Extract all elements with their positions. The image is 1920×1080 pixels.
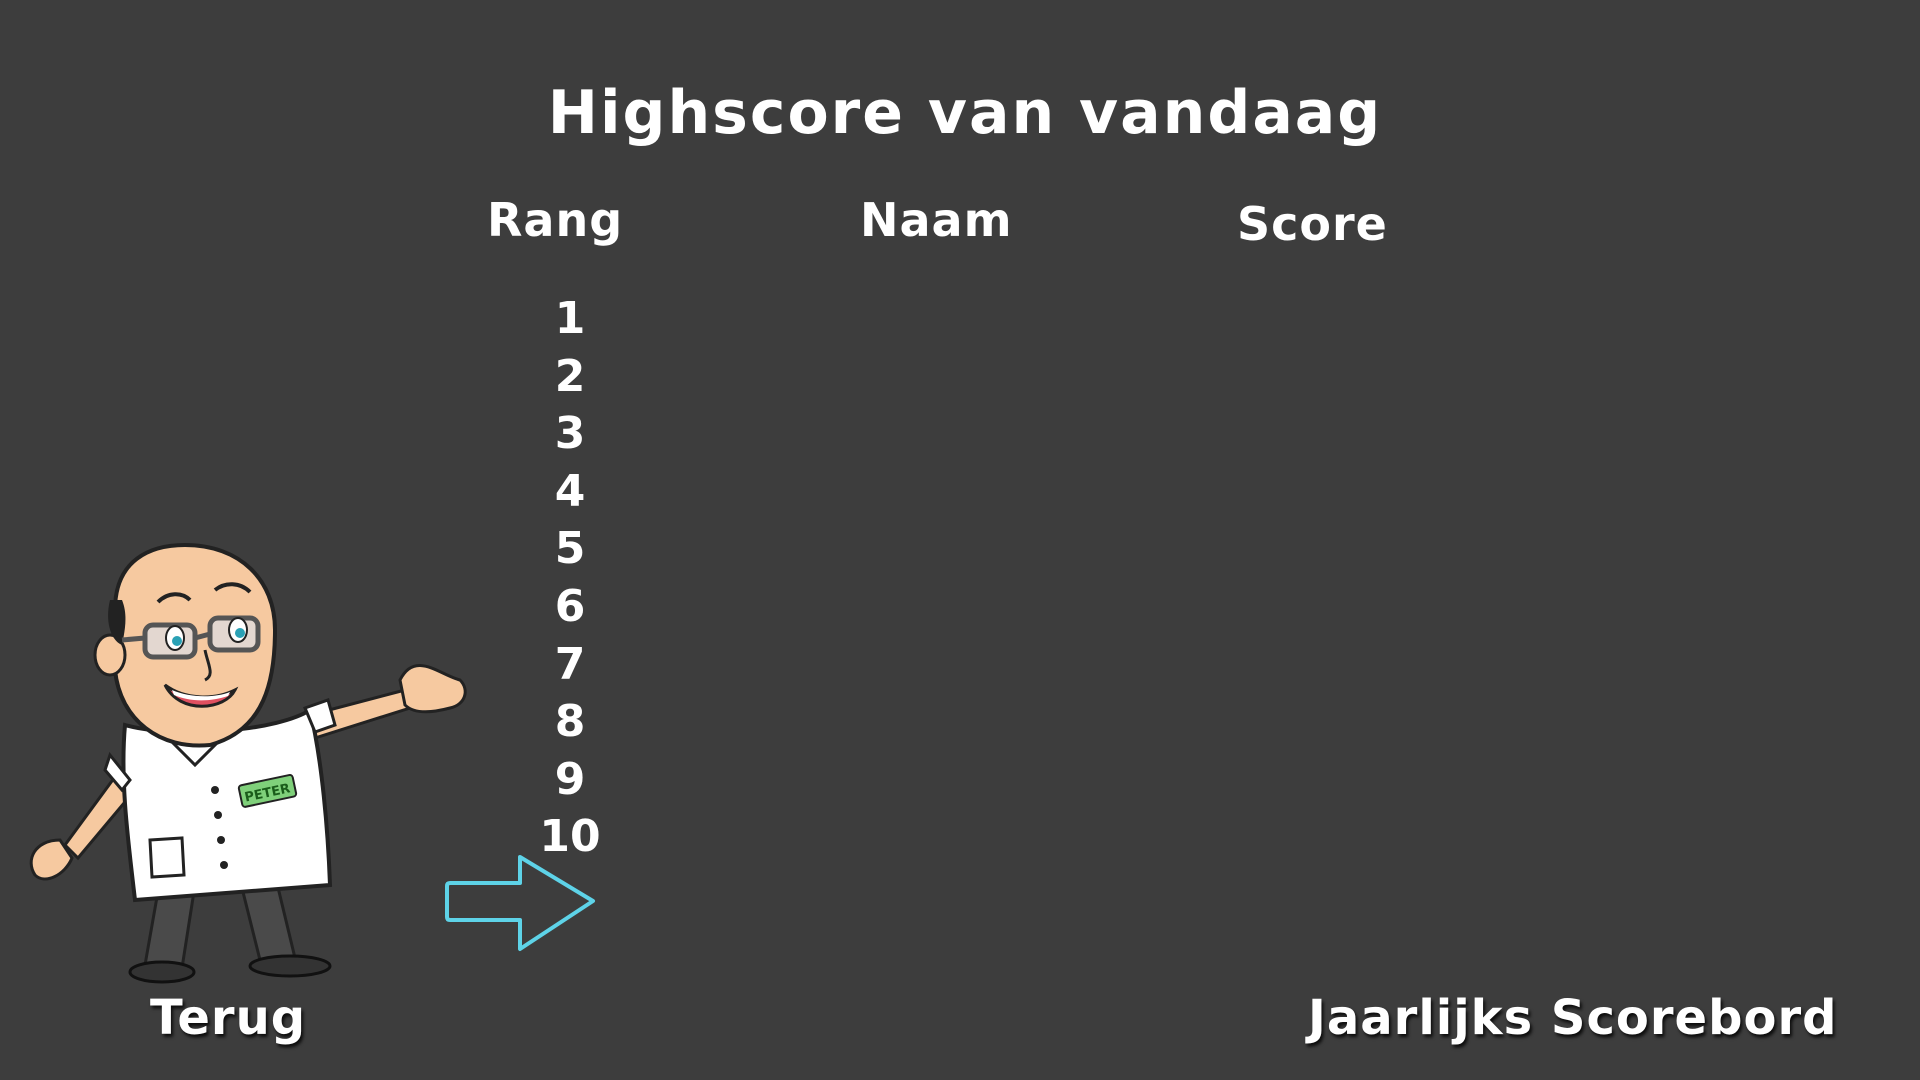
- rank-number: 7: [554, 638, 586, 690]
- rank-number: 5: [554, 523, 586, 575]
- rank-number: 1: [554, 293, 586, 344]
- score-column-header: Score: [1237, 197, 1388, 251]
- yearly-scoreboard-button[interactable]: Jaarlijks Scorebord: [1308, 990, 1837, 1046]
- highscore-screen: Highscore van vandaag Rang Naam Score 1 …: [0, 0, 1920, 1080]
- page-title: Highscore van vandaag: [547, 78, 1383, 148]
- rank-number: 3: [554, 408, 586, 460]
- back-button[interactable]: Terug: [150, 990, 306, 1046]
- scientist-mascot-illustration: PETER: [29, 542, 467, 984]
- rank-list: 1 2 3 4 5 6 7 8 9 10: [500, 290, 640, 866]
- rank-number: 6: [554, 580, 586, 632]
- arrow-right-icon[interactable]: [445, 853, 598, 953]
- name-column-header: Naam: [860, 193, 1013, 247]
- rank-number: 2: [554, 350, 586, 402]
- rank-number: 9: [554, 753, 586, 805]
- rank-number: 4: [554, 465, 586, 517]
- rank-number: 8: [554, 696, 586, 748]
- rank-column-header: Rang: [487, 193, 624, 247]
